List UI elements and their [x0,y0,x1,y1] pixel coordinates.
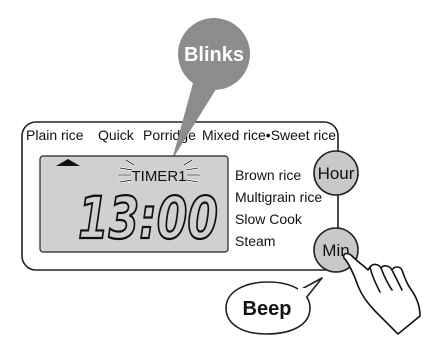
menu-item-plain-rice: Plain rice [26,127,84,143]
hour-button[interactable]: Hour [313,150,359,196]
control-panel-diagram: Plain rice Quick Porridge Mixed rice•Swe… [21,18,421,335]
beep-callout: Beep [225,277,323,335]
menu-item-slow-cook: Slow Cook [235,211,303,227]
menu-item-steam: Steam [235,233,275,249]
beep-text: Beep [243,298,292,320]
time-display: 13:00 [78,184,218,252]
hour-button-label: Hour [318,164,355,183]
menu-item-multigrain-rice: Multigrain rice [235,189,322,205]
menu-item-brown-rice: Brown rice [235,167,301,183]
timer-label: TIMER1 [131,168,186,185]
callout-text: Blinks [184,44,244,66]
menu-item-quick: Quick [98,127,135,143]
menu-item-mixed-sweet-rice: Mixed rice•Sweet rice [202,127,336,143]
hand-pointer-icon [342,252,421,335]
